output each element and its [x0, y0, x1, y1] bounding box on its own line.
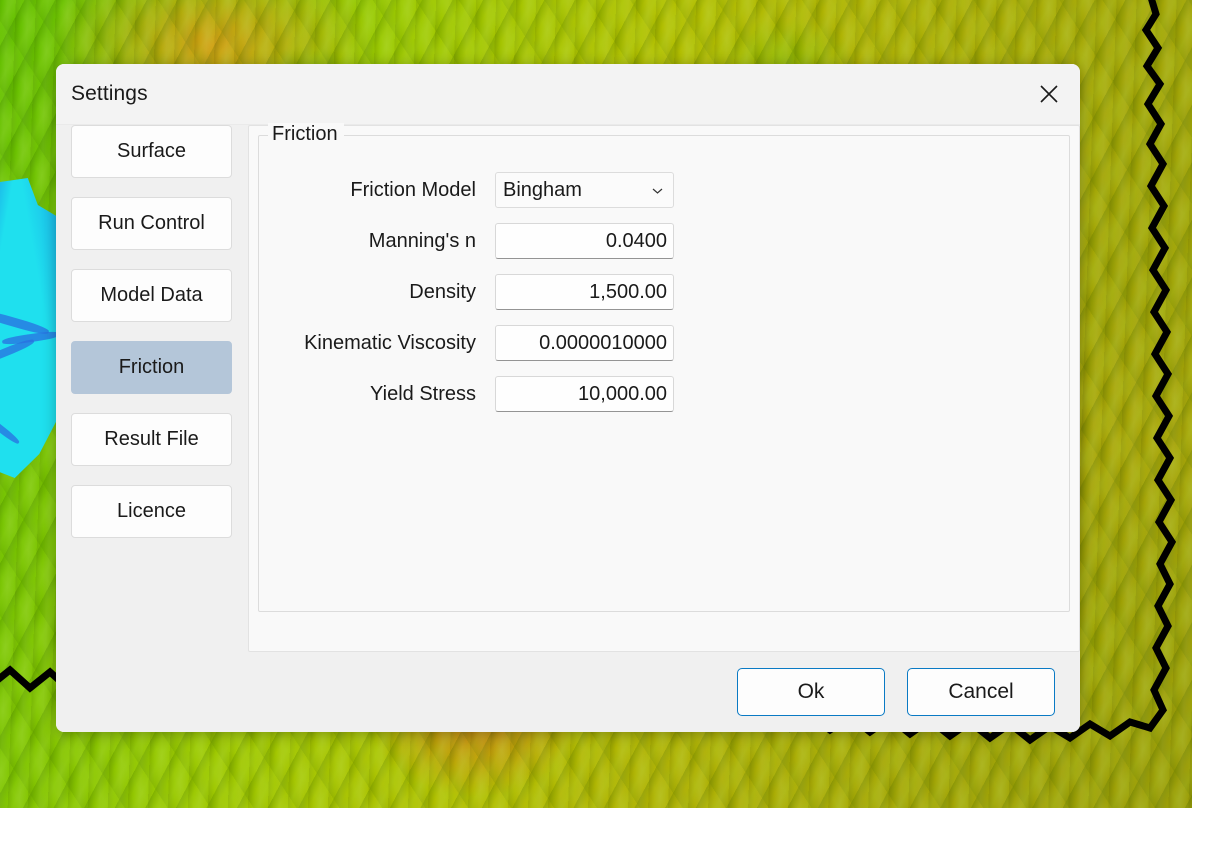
friction-field-list: Friction Model Bingham Manning's n 0.040… [259, 136, 1069, 412]
friction-group-box: Friction Friction Model Bingham Manning'… [258, 123, 1070, 612]
field-row-mannings-n: Manning's n [259, 223, 1069, 259]
dialog-title: Settings [71, 82, 148, 105]
kinematic-viscosity-input[interactable] [495, 325, 674, 361]
sidebar-item-surface[interactable]: Surface [71, 125, 232, 178]
settings-nav-sidebar: Surface Run Control Model Data Friction … [56, 125, 232, 652]
dialog-body: Surface Run Control Model Data Friction … [56, 123, 1080, 652]
sidebar-item-result-file[interactable]: Result File [71, 413, 232, 466]
sidebar-item-friction[interactable]: Friction [71, 341, 232, 394]
chevron-down-icon [652, 188, 663, 194]
friction-group-label: Friction [268, 123, 344, 146]
friction-model-label: Friction Model [350, 178, 476, 201]
settings-dialog: Settings Surface Run Control Model Data … [56, 64, 1080, 732]
cancel-button[interactable]: Cancel [907, 668, 1055, 716]
kinematic-viscosity-label: Kinematic Viscosity [304, 331, 476, 354]
field-row-kinematic-viscosity: Kinematic Viscosity [259, 325, 1069, 361]
yield-stress-label: Yield Stress [370, 382, 476, 405]
friction-model-value: Bingham [503, 178, 582, 201]
sidebar-item-model-data[interactable]: Model Data [71, 269, 232, 322]
field-row-friction-model: Friction Model Bingham [259, 172, 1069, 208]
field-row-yield-stress: Yield Stress [259, 376, 1069, 412]
close-icon [1040, 85, 1058, 103]
field-row-density: Density [259, 274, 1069, 310]
settings-content-panel: Friction Friction Model Bingham Manning'… [248, 123, 1080, 652]
mannings-n-input[interactable] [495, 223, 674, 259]
yield-stress-input[interactable] [495, 376, 674, 412]
density-label: Density [409, 280, 476, 303]
dialog-footer: Ok Cancel [56, 652, 1080, 732]
mannings-n-label: Manning's n [368, 229, 476, 252]
sidebar-item-run-control[interactable]: Run Control [71, 197, 232, 250]
friction-model-select[interactable]: Bingham [495, 172, 674, 208]
sidebar-item-licence[interactable]: Licence [71, 485, 232, 538]
close-button[interactable] [1026, 72, 1072, 116]
density-input[interactable] [495, 274, 674, 310]
ok-button[interactable]: Ok [737, 668, 885, 716]
dialog-title-bar: Settings [56, 64, 1080, 125]
